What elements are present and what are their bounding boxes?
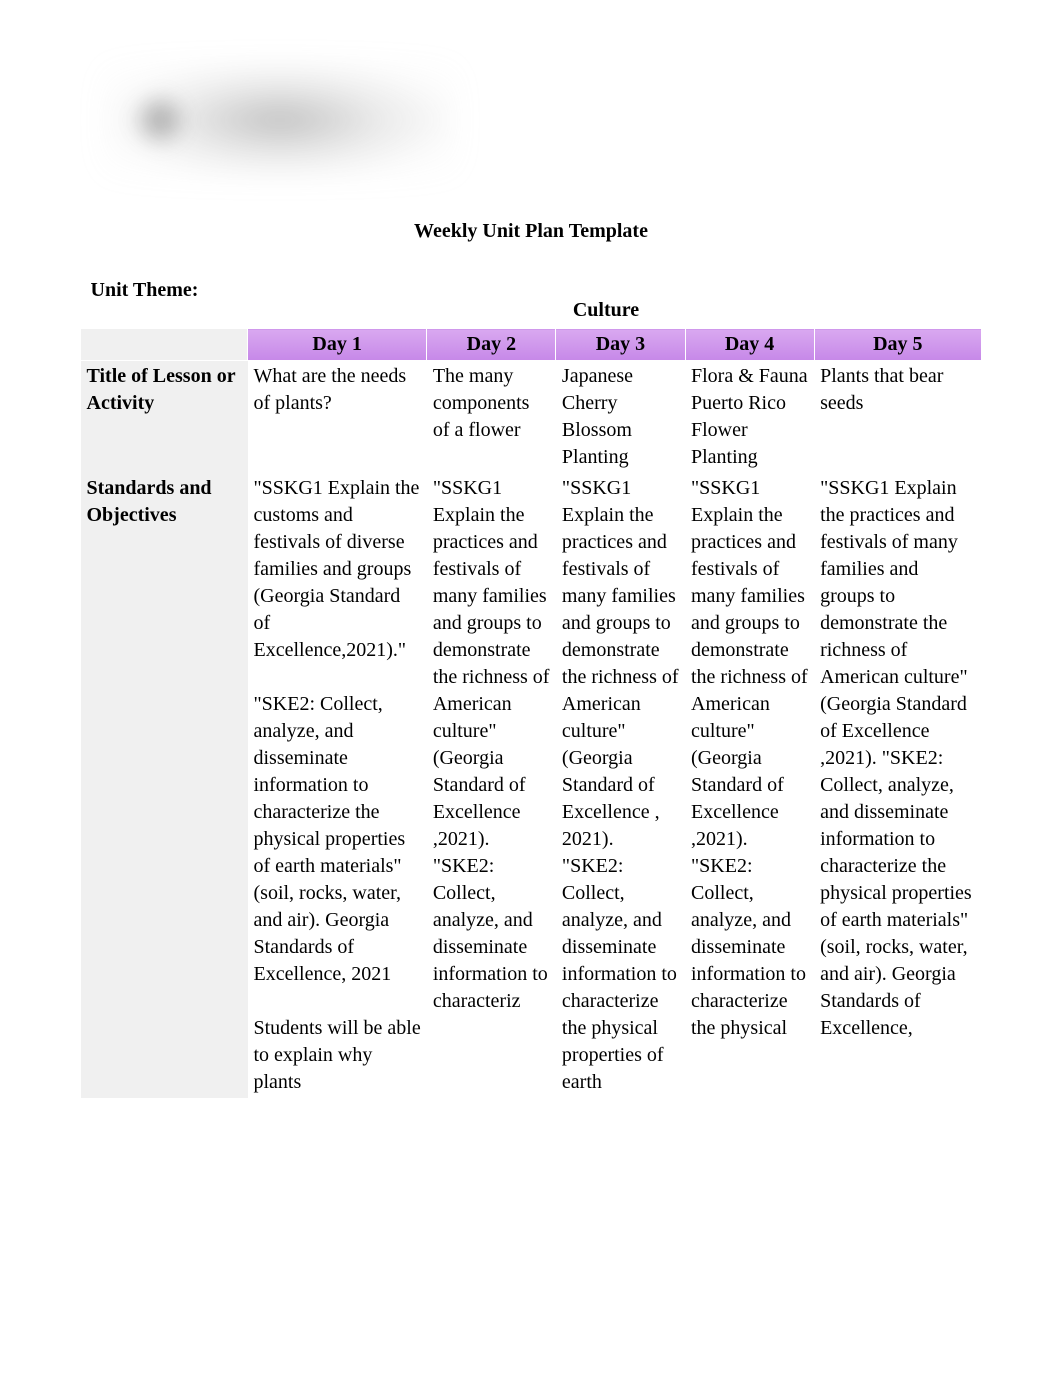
title-of-lesson-day5: Plants that bear seeds (814, 361, 981, 474)
logo-blur-background (100, 60, 460, 180)
standards-day4: "SSKG1 Explain the practices and festiva… (685, 473, 814, 1098)
standards-objectives-label: Standards and Objectives (81, 473, 248, 1098)
standards-objectives-row: Standards and Objectives "SSKG1 Explain … (81, 473, 982, 1098)
logo-blur-dot (130, 90, 190, 150)
standards-day1: "SSKG1 Explain the customs and festivals… (248, 473, 427, 1098)
title-of-lesson-row: Title of Lesson or Activity What are the… (81, 361, 982, 474)
title-of-lesson-day2: The many components of a flower (427, 361, 556, 474)
page-title: Weekly Unit Plan Template (80, 220, 982, 243)
day-header-row: Day 1 Day 2 Day 3 Day 4 Day 5 (81, 329, 982, 361)
title-of-lesson-day4: Flora & Fauna Puerto Rico Flower Plantin… (685, 361, 814, 474)
unit-theme-value: Culture (241, 279, 972, 322)
standards-day3: "SSKG1 Explain the practices and festiva… (556, 473, 685, 1098)
header-day-3: Day 3 (556, 329, 685, 361)
unit-theme-label: Unit Theme: (91, 279, 241, 322)
unit-theme-row: Unit Theme: Culture (81, 273, 982, 329)
standards-day2: "SSKG1 Explain the practices and festiva… (427, 473, 556, 1098)
header-day-1: Day 1 (248, 329, 427, 361)
header-blank (81, 329, 248, 361)
header-day-2: Day 2 (427, 329, 556, 361)
title-of-lesson-day1: What are the needs of plants? (248, 361, 427, 474)
title-of-lesson-day3: Japanese Cherry Blossom Planting (556, 361, 685, 474)
header-day-4: Day 4 (685, 329, 814, 361)
title-of-lesson-label: Title of Lesson or Activity (81, 361, 248, 474)
unit-plan-table: Unit Theme: Culture Day 1 Day 2 Day 3 Da… (80, 273, 982, 1098)
header-day-5: Day 5 (814, 329, 981, 361)
standards-day5: "SSKG1 Explain the practices and festiva… (814, 473, 981, 1098)
